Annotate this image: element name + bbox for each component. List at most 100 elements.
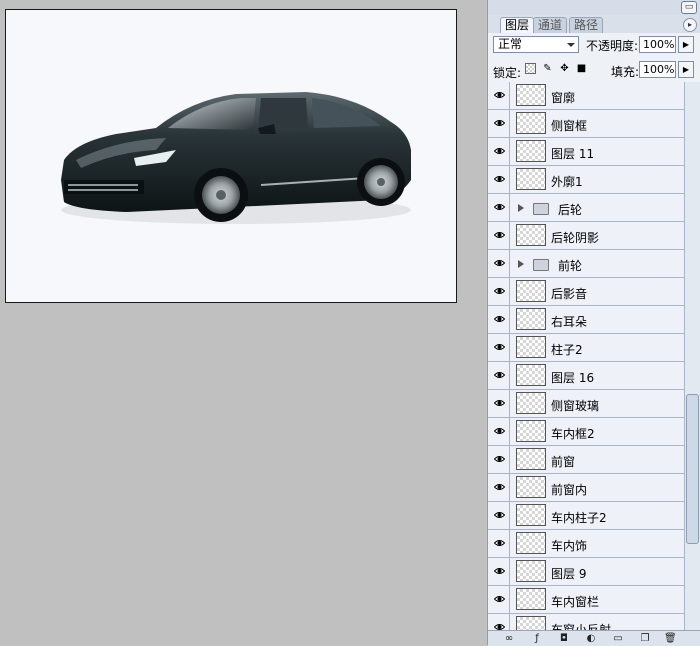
layer-row[interactable]: 右耳朵	[488, 306, 684, 334]
move-icon[interactable]: ✥	[559, 63, 570, 74]
scroll-thumb[interactable]	[686, 394, 699, 544]
fill-label: 填充:	[611, 65, 640, 79]
visibility-toggle[interactable]	[488, 390, 510, 417]
visibility-toggle[interactable]	[488, 418, 510, 445]
layer-row[interactable]: 后影音	[488, 278, 684, 306]
layers-scrollbar[interactable]	[684, 82, 700, 630]
eye-icon	[494, 204, 505, 210]
layer-thumbnail	[516, 448, 546, 470]
layer-name: 图层 16	[551, 371, 595, 385]
link-icon[interactable]: ∞	[503, 633, 515, 644]
visibility-toggle[interactable]	[488, 166, 510, 193]
eye-icon	[494, 260, 505, 266]
layer-thumbnail	[516, 588, 546, 610]
layer-row[interactable]: 车内饰	[488, 530, 684, 558]
layer-row[interactable]: 车内窗栏	[488, 586, 684, 614]
lock-icon[interactable]: ■	[576, 63, 587, 74]
layer-thumbnail	[516, 364, 546, 386]
palette-bottom-bar: ∞ ƒ ◘ ◐ ▭ ❐ 🗑	[488, 630, 700, 646]
layer-name: 侧窗玻璃	[551, 399, 600, 413]
opacity-field[interactable]: 100%	[639, 36, 676, 53]
palette-titlebar[interactable]: ▭	[488, 0, 700, 16]
layer-row[interactable]: 前窗内	[488, 474, 684, 502]
layer-name: 图层 11	[551, 147, 595, 161]
new-group-icon[interactable]: ▭	[612, 633, 624, 644]
brush-icon[interactable]: ✎	[542, 63, 553, 74]
layer-row[interactable]: 图层 11	[488, 138, 684, 166]
blend-mode-value: 正常	[498, 37, 523, 51]
visibility-toggle[interactable]	[488, 474, 510, 501]
layer-row[interactable]: 侧窗框	[488, 110, 684, 138]
eye-icon	[494, 344, 505, 350]
layer-group-row[interactable]: 后轮	[488, 194, 684, 222]
layer-row[interactable]: 车内框2	[488, 418, 684, 446]
visibility-toggle[interactable]	[488, 586, 510, 613]
new-layer-icon[interactable]: ❐	[639, 633, 651, 644]
layer-thumbnail	[516, 224, 546, 246]
tab-layers[interactable]: 图层	[500, 17, 535, 34]
layer-name: 图层 9	[551, 567, 587, 581]
layer-group-row[interactable]: 前轮	[488, 250, 684, 278]
visibility-toggle[interactable]	[488, 250, 510, 277]
lock-transparent-icon[interactable]	[525, 63, 536, 74]
minimize-icon[interactable]: ▭	[681, 1, 697, 14]
adjustment-icon[interactable]: ◐	[585, 633, 597, 644]
visibility-toggle[interactable]	[488, 222, 510, 249]
blend-mode-select[interactable]: 正常	[493, 36, 579, 53]
visibility-toggle[interactable]	[488, 502, 510, 529]
visibility-toggle[interactable]	[488, 194, 510, 221]
layer-row[interactable]: 车内柱子2	[488, 502, 684, 530]
layer-thumbnail	[516, 84, 546, 106]
layer-name: 右耳朵	[551, 315, 588, 329]
layer-row[interactable]: 图层 16	[488, 362, 684, 390]
tab-paths[interactable]: 路径	[569, 17, 604, 33]
visibility-toggle[interactable]	[488, 82, 510, 109]
layer-name: 车内饰	[551, 539, 588, 553]
layer-name: 车窗小反射	[551, 623, 612, 630]
visibility-toggle[interactable]	[488, 362, 510, 389]
fill-slider-button[interactable]: ▶	[678, 61, 694, 78]
layer-row[interactable]: 外廓1	[488, 166, 684, 194]
opacity-slider-button[interactable]: ▶	[678, 36, 694, 53]
palette-tabs: 图层 通道 路径 ▸	[488, 15, 700, 34]
document-canvas[interactable]	[5, 9, 457, 303]
chevron-down-icon	[567, 43, 575, 47]
eye-icon	[494, 512, 505, 518]
layer-row[interactable]: 前窗	[488, 446, 684, 474]
lock-label: 锁定:	[493, 66, 522, 80]
layers-palette: ▭ 图层 通道 路径 ▸ 正常 不透明度: 100% ▶ 锁定: ✎ ✥ ■ 填…	[487, 0, 700, 646]
trash-icon[interactable]: 🗑	[664, 633, 677, 644]
folder-icon	[533, 259, 549, 271]
layer-row[interactable]: 后轮阴影	[488, 222, 684, 250]
eye-icon	[494, 400, 505, 406]
visibility-toggle[interactable]	[488, 110, 510, 137]
palette-menu-icon[interactable]: ▸	[683, 18, 697, 32]
visibility-toggle[interactable]	[488, 558, 510, 585]
expand-arrow-icon[interactable]	[518, 204, 524, 212]
mask-icon[interactable]: ◘	[558, 633, 570, 644]
visibility-toggle[interactable]	[488, 138, 510, 165]
visibility-toggle[interactable]	[488, 446, 510, 473]
tab-channels[interactable]: 通道	[533, 17, 568, 33]
layer-row[interactable]: 柱子2	[488, 334, 684, 362]
layer-name: 前窗内	[551, 483, 588, 497]
layer-name: 窗廓	[551, 91, 576, 105]
layer-style-icon[interactable]: ƒ	[531, 633, 543, 644]
fill-field[interactable]: 100%	[639, 61, 676, 78]
visibility-toggle[interactable]	[488, 306, 510, 333]
visibility-toggle[interactable]	[488, 334, 510, 361]
visibility-toggle[interactable]	[488, 530, 510, 557]
layer-row[interactable]: 图层 9	[488, 558, 684, 586]
layer-row[interactable]: 窗廓	[488, 82, 684, 110]
eye-icon	[494, 316, 505, 322]
eye-icon	[494, 92, 505, 98]
eye-icon	[494, 428, 505, 434]
visibility-toggle[interactable]	[488, 614, 510, 630]
layer-row[interactable]: 车窗小反射	[488, 614, 684, 630]
visibility-toggle[interactable]	[488, 278, 510, 305]
layer-thumbnail	[516, 560, 546, 582]
layer-thumbnail	[516, 616, 546, 630]
layer-row[interactable]: 侧窗玻璃	[488, 390, 684, 418]
expand-arrow-icon[interactable]	[518, 260, 524, 268]
eye-icon	[494, 176, 505, 182]
